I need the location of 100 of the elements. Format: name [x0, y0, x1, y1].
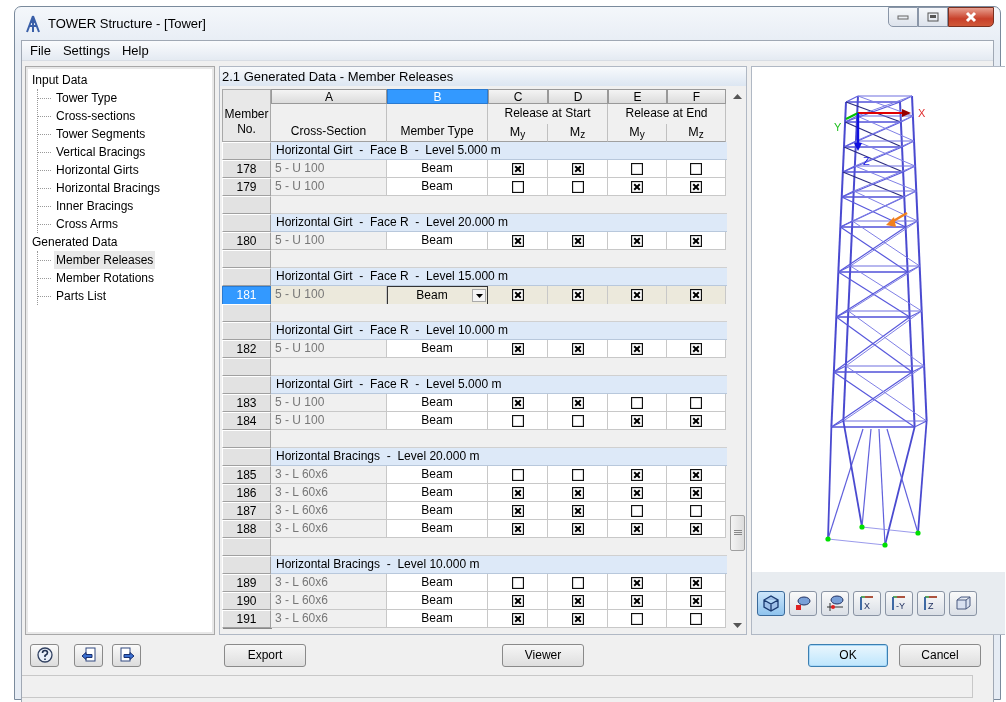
- scrollbar-thumb[interactable]: [730, 515, 745, 551]
- checkbox[interactable]: [511, 522, 524, 535]
- tree-item[interactable]: Tower Type: [54, 89, 120, 107]
- checkbox[interactable]: [690, 180, 702, 193]
- view-button[interactable]: [789, 590, 817, 616]
- tree-item[interactable]: Horizontal Girts: [54, 161, 141, 179]
- tree-item[interactable]: Generated Data: [31, 233, 118, 251]
- checkbox[interactable]: [631, 342, 643, 355]
- checkbox[interactable]: [631, 486, 643, 499]
- export-button[interactable]: Export: [224, 643, 306, 667]
- checkbox[interactable]: [631, 234, 643, 247]
- row-header[interactable]: [222, 268, 271, 286]
- ok-button[interactable]: OK: [808, 643, 888, 667]
- checkbox[interactable]: [690, 289, 702, 301]
- checkbox[interactable]: [511, 289, 524, 301]
- tree-item[interactable]: Input Data: [31, 71, 88, 89]
- row-header[interactable]: [222, 358, 271, 376]
- view-button[interactable]: [821, 590, 849, 616]
- cancel-button[interactable]: Cancel: [899, 643, 981, 667]
- checkbox[interactable]: [631, 414, 643, 427]
- back-button[interactable]: [74, 643, 103, 667]
- checkbox[interactable]: [690, 504, 702, 517]
- row-number[interactable]: 183: [222, 394, 271, 412]
- column-letter[interactable]: A: [271, 89, 387, 104]
- checkbox[interactable]: [571, 486, 584, 499]
- checkbox[interactable]: [571, 396, 584, 409]
- checkbox[interactable]: [511, 612, 524, 625]
- checkbox[interactable]: [631, 396, 643, 409]
- close-button[interactable]: [948, 7, 994, 27]
- column-letter[interactable]: E: [608, 89, 667, 104]
- checkbox[interactable]: [511, 594, 524, 607]
- checkbox[interactable]: [571, 234, 584, 247]
- row-number[interactable]: 189: [222, 574, 271, 592]
- checkbox[interactable]: [690, 522, 702, 535]
- checkbox[interactable]: [571, 414, 584, 427]
- row-number[interactable]: 182: [222, 340, 271, 358]
- checkbox[interactable]: [511, 396, 524, 409]
- checkbox[interactable]: [571, 504, 584, 517]
- row-number[interactable]: 190: [222, 592, 271, 610]
- checkbox[interactable]: [690, 162, 702, 175]
- checkbox[interactable]: [690, 576, 702, 589]
- row-number[interactable]: 187: [222, 502, 271, 520]
- tree-item[interactable]: Cross Arms: [54, 215, 120, 233]
- checkbox[interactable]: [690, 612, 702, 625]
- row-header[interactable]: [222, 304, 271, 322]
- checkbox[interactable]: [571, 468, 584, 481]
- row-header[interactable]: [222, 430, 271, 448]
- row-number[interactable]: 191: [222, 610, 271, 628]
- row-header[interactable]: [222, 448, 271, 466]
- row-header[interactable]: [222, 556, 271, 574]
- checkbox[interactable]: [631, 504, 643, 517]
- checkbox[interactable]: [571, 522, 584, 535]
- checkbox[interactable]: [511, 486, 524, 499]
- checkbox[interactable]: [631, 594, 643, 607]
- checkbox[interactable]: [571, 162, 584, 175]
- tree-item[interactable]: Cross-sections: [54, 107, 138, 125]
- tree-item[interactable]: Parts List: [54, 287, 108, 305]
- menu-item[interactable]: File: [24, 43, 57, 58]
- checkbox[interactable]: [571, 289, 584, 301]
- checkbox[interactable]: [571, 180, 584, 193]
- scroll-up-icon[interactable]: [733, 93, 742, 99]
- row-header[interactable]: [222, 376, 271, 394]
- scroll-down-icon[interactable]: [733, 623, 742, 629]
- tree-item[interactable]: Vertical Bracings: [54, 143, 148, 161]
- checkbox[interactable]: [690, 342, 702, 355]
- row-number[interactable]: 178: [222, 160, 271, 178]
- column-letter[interactable]: F: [667, 89, 726, 104]
- checkbox[interactable]: [511, 576, 524, 589]
- tree-item[interactable]: Tower Segments: [54, 125, 148, 143]
- tree-item[interactable]: Horizontal Bracings: [54, 179, 163, 197]
- column-letter[interactable]: D: [548, 89, 608, 104]
- help-button[interactable]: [30, 643, 59, 667]
- checkbox[interactable]: [690, 468, 702, 481]
- row-number[interactable]: 180: [222, 232, 271, 250]
- checkbox[interactable]: [511, 234, 524, 247]
- checkbox[interactable]: [690, 396, 702, 409]
- row-number[interactable]: 184: [222, 412, 271, 430]
- checkbox[interactable]: [690, 234, 702, 247]
- forward-button[interactable]: [112, 643, 141, 667]
- checkbox[interactable]: [511, 504, 524, 517]
- maximize-button[interactable]: [918, 7, 948, 27]
- row-number[interactable]: 185: [222, 466, 271, 484]
- column-letter[interactable]: C: [488, 89, 548, 104]
- checkbox[interactable]: [511, 414, 524, 427]
- checkbox[interactable]: [511, 180, 524, 193]
- checkbox[interactable]: [690, 594, 702, 607]
- row-header[interactable]: [222, 538, 271, 556]
- viewer-button[interactable]: Viewer: [502, 643, 584, 667]
- row-header[interactable]: [222, 196, 271, 214]
- checkbox[interactable]: [631, 522, 643, 535]
- row-number[interactable]: 186: [222, 484, 271, 502]
- checkbox[interactable]: [631, 468, 643, 481]
- checkbox[interactable]: [511, 162, 524, 175]
- checkbox[interactable]: [571, 576, 584, 589]
- checkbox[interactable]: [690, 486, 702, 499]
- checkbox[interactable]: [571, 612, 584, 625]
- row-header[interactable]: [222, 142, 271, 160]
- checkbox[interactable]: [631, 576, 643, 589]
- checkbox[interactable]: [571, 342, 584, 355]
- checkbox[interactable]: [631, 612, 643, 625]
